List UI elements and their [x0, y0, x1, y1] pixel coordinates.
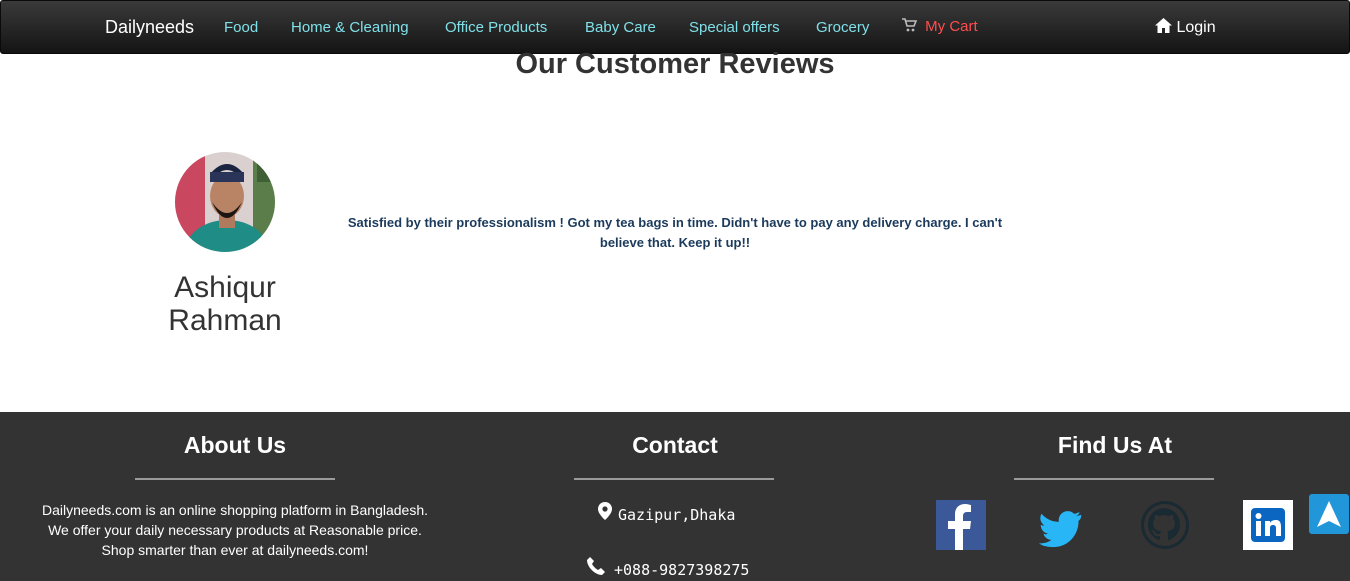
nav-link-office-products[interactable]: Office Products	[445, 19, 547, 36]
contact-title: Contact	[632, 432, 718, 458]
top-navbar: Dailyneeds Food Home & Cleaning Office P…	[0, 0, 1350, 54]
reviewer-first-name: Ashiqur	[174, 271, 276, 304]
nav-link-home-cleaning[interactable]: Home & Cleaning	[291, 19, 409, 36]
cart-icon	[902, 18, 921, 35]
about-us-divider	[135, 478, 335, 480]
map-marker-icon	[598, 502, 618, 525]
scroll-to-top-button[interactable]	[1309, 494, 1349, 534]
contact-address-text: Gazipur,Dhaka	[618, 506, 736, 524]
reviewer-avatar	[175, 152, 275, 252]
nav-link-baby-care[interactable]: Baby Care	[585, 19, 656, 36]
reviewer-name: Ashiqur Rahman	[140, 271, 310, 337]
review-text: Satisfied by their professionalism ! Got…	[347, 215, 1003, 250]
home-icon	[1155, 18, 1176, 36]
my-cart-link[interactable]: My Cart	[902, 18, 978, 35]
contact-address: Gazipur,Dhaka	[598, 502, 735, 525]
reviews-title: Our Customer Reviews	[515, 48, 835, 80]
about-line-2: We offer your daily necessary products a…	[48, 522, 422, 538]
contact-divider	[574, 478, 774, 480]
linkedin-icon[interactable]	[1243, 500, 1293, 550]
footer: About Us Dailyneeds.com is an online sho…	[0, 412, 1350, 581]
github-icon[interactable]	[1140, 500, 1190, 550]
brand-link[interactable]: Dailyneeds	[105, 17, 194, 38]
facebook-icon[interactable]	[936, 500, 986, 550]
about-us-title: About Us	[183, 432, 287, 458]
login-link[interactable]: Login	[1155, 18, 1216, 37]
login-label: Login	[1176, 19, 1216, 36]
nav-link-special-offers[interactable]: Special offers	[689, 19, 780, 36]
twitter-icon[interactable]	[1038, 500, 1088, 550]
nav-link-grocery[interactable]: Grocery	[816, 19, 869, 36]
contact-phone-text: +088-9827398275	[614, 561, 750, 579]
find-us-title: Find Us At	[1057, 432, 1173, 458]
about-line-3: Shop smarter than ever at dailyneeds.com…	[101, 542, 369, 558]
about-line-1: Dailyneeds.com is an online shopping pla…	[41, 502, 428, 518]
my-cart-label: My Cart	[925, 18, 978, 35]
arrow-up-icon	[1309, 501, 1349, 538]
reviewer-last-name: Rahman	[168, 304, 282, 337]
nav-link-food[interactable]: Food	[224, 19, 258, 36]
contact-phone: +088-9827398275	[587, 557, 749, 580]
phone-icon	[587, 557, 614, 580]
find-us-divider	[1014, 478, 1214, 480]
about-us-text: Dailyneeds.com is an online shopping pla…	[20, 500, 450, 560]
